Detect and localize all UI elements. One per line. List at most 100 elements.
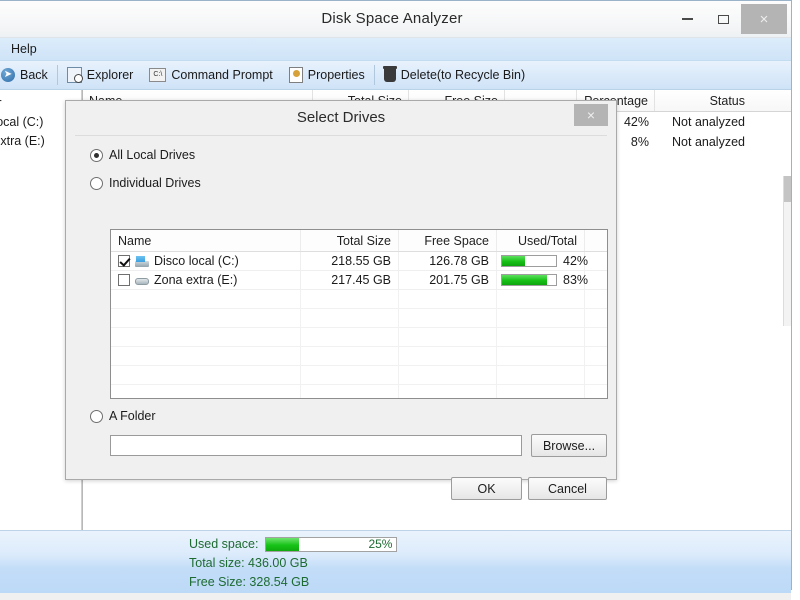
drive-name-label: Zona extra (E:) [154,273,238,287]
scrollbar-thumb[interactable] [784,176,791,202]
dialog-title: Select Drives [296,109,386,126]
used-space-percent: 25% [368,537,393,551]
used-space-bar-fill [266,538,299,551]
minimize-icon [681,18,693,20]
column-header-status[interactable]: Status [655,90,751,111]
radio-a-folder[interactable]: A Folder [75,409,156,423]
drive-usage-bar [501,274,557,286]
vertical-scrollbar[interactable] [783,176,791,326]
toolbar-button-back[interactable]: ➤ Back [0,62,56,88]
drive-table-empty-cell [497,385,585,398]
drive-name-label: Disco local (C:) [154,254,239,268]
drive-cell-total-size: 217.45 GB [301,271,399,289]
drive-cell-total-size: 218.55 GB [301,252,399,270]
drive-table-empty-cell [497,347,585,365]
drive-column-name[interactable]: Name [111,230,301,251]
status-bar-summary: Used space: 25% Total size: 436.00 GB Fr… [189,535,398,592]
toolbar-separator [373,65,375,85]
toolbar: ➤ Back Explorer C:\ Command Prompt Prope… [0,61,791,90]
menu-bar: w Help [0,38,791,61]
radio-individual-drives-indicator [90,176,103,190]
explorer-icon [66,67,83,83]
drive-table-empty-cell [301,347,399,365]
maximize-button[interactable] [705,4,741,34]
radio-individual-drives[interactable]: Individual Drives [75,176,201,190]
toolbar-button-command-prompt-label: Command Prompt [171,68,273,82]
drive-table-empty-cell [399,385,497,398]
drive-column-free-space[interactable]: Free Space [399,230,497,251]
cancel-button[interactable]: Cancel [528,477,607,500]
recycle-bin-icon [382,66,397,82]
select-drives-dialog: Select Drives × All Local Drives Individ… [65,100,617,500]
toolbar-button-delete-label: Delete(to Recycle Bin) [400,68,526,82]
close-button[interactable]: × [741,4,787,34]
drive-table-empty-cell [585,366,607,384]
removable-drive-icon [135,275,149,286]
ok-button[interactable]: OK [451,477,522,500]
toolbar-button-explorer-label: Explorer [86,68,134,82]
drive-table-empty-rows [111,290,607,398]
drive-table-empty-cell [585,309,607,327]
drive-column-spacer [585,230,607,251]
free-size-label: Free Size: 328.54 GB [189,575,310,589]
drive-cell-free-space: 201.75 GB [399,271,497,289]
dialog-close-button[interactable]: × [574,104,608,126]
hard-drive-icon [135,255,149,267]
toolbar-button-properties[interactable]: Properties [281,62,373,88]
drive-table-empty-cell [301,309,399,327]
folder-path-input[interactable] [110,435,522,456]
toolbar-button-command-prompt[interactable]: C:\ Command Prompt [141,62,280,88]
radio-a-folder-indicator [90,409,103,423]
window-bottom-strip [0,593,791,600]
drive-table-empty-cell [399,347,497,365]
toolbar-button-delete[interactable]: Delete(to Recycle Bin) [376,62,533,88]
drive-row[interactable]: Disco local (C:) 218.55 GB 126.78 GB 42% [111,252,607,271]
drive-cell-spacer [585,252,607,270]
drive-cell-spacer [585,271,607,289]
toolbar-button-back-label: Back [20,68,48,82]
toolbar-button-properties-label: Properties [307,68,365,82]
radio-all-local-drives-indicator [90,148,103,162]
maximize-icon [717,14,729,24]
drive-table-empty-cell [399,366,497,384]
app-root: Disk Space Analyzer × w Help ➤ Back [0,0,800,600]
drive-row[interactable]: Zona extra (E:) 217.45 GB 201.75 GB 83% [111,271,607,290]
drive-table-empty-cell [497,309,585,327]
drive-table-empty-cell [111,385,301,398]
window-controls: × [669,3,787,35]
drive-checkbox[interactable] [118,255,130,267]
drive-cell-used-total: 83% [497,271,588,289]
drive-table-empty-cell [399,328,497,346]
drive-usage-bar-fill [502,275,547,285]
drive-column-used-total[interactable]: Used/Total [497,230,585,251]
command-prompt-icon: C:\ [149,68,167,82]
drive-table-empty-cell [585,347,607,365]
radio-individual-drives-label: Individual Drives [109,176,201,190]
drive-table-empty-cell [111,347,301,365]
radio-all-local-drives[interactable]: All Local Drives [75,148,195,162]
drive-table-empty-cell [497,366,585,384]
minimize-button[interactable] [669,4,705,34]
drive-table-empty-cell [301,385,399,398]
drive-table-empty-row [111,385,607,398]
drive-table-empty-row [111,347,607,366]
menu-item-help[interactable]: Help [2,40,46,58]
drive-table-empty-cell [111,290,301,308]
drive-column-total-size[interactable]: Total Size [301,230,399,251]
drive-table-empty-cell [585,385,607,398]
drive-table-empty-cell [111,309,301,327]
drive-table-empty-cell [497,328,585,346]
cell-status: Not analyzed [672,115,745,129]
used-space-bar: 25% [265,537,398,552]
drive-table-empty-row [111,309,607,328]
browse-button[interactable]: Browse... [531,434,607,457]
drive-table-empty-row [111,366,607,385]
drive-table: Name Total Size Free Space Used/Total Di… [110,229,608,399]
drive-table-header: Name Total Size Free Space Used/Total [111,230,607,252]
drive-table-empty-cell [301,366,399,384]
toolbar-button-explorer[interactable]: Explorer [59,62,142,88]
drive-table-empty-cell [301,328,399,346]
drive-cell-used-total: 42% [497,252,588,270]
drive-cell-name: Zona extra (E:) [111,271,301,289]
drive-checkbox[interactable] [118,274,130,286]
